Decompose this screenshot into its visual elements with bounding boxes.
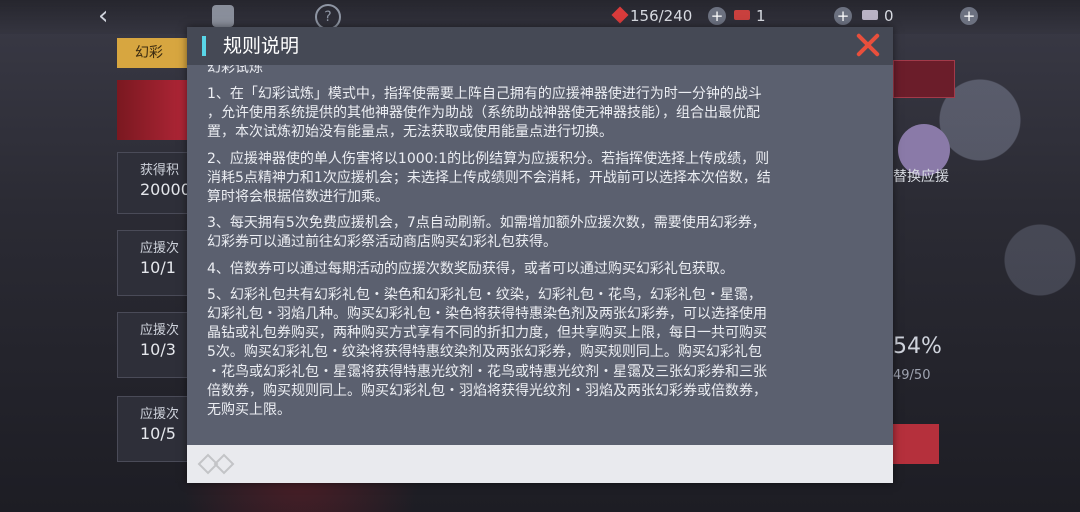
switch-support-label: 替换应援: [893, 169, 949, 185]
rule-item: 1、在「幻彩试炼」模式中，指挥使需要上阵自己拥有的应援神器使进行为时一分钟的战斗…: [207, 86, 762, 141]
card-label: 获得积: [140, 163, 180, 178]
logo-icon: [197, 453, 235, 475]
card-label: 应援次: [140, 323, 180, 338]
currency-value: 0: [884, 7, 894, 25]
shop-button[interactable]: [893, 60, 955, 98]
card-label: 应援次: [140, 407, 180, 422]
rule-item: 2、应援神器使的单人伤害将以1000:1的比例结算为应援积分。若指挥使选择上传成…: [207, 150, 771, 206]
close-icon[interactable]: [855, 32, 881, 58]
rule-item: 5、幻彩礼包共有幻彩礼包・染色和幻彩礼包・纹染，幻彩礼包・花鸟，幻彩礼包・星霭，…: [207, 286, 767, 419]
item-icon: [862, 10, 878, 20]
progress-percent: 54%: [893, 334, 942, 359]
title-accent-bar: [202, 36, 206, 56]
dialog-footer: [187, 445, 893, 483]
add-stamina-button[interactable]: +: [708, 7, 726, 25]
progress-count: 49/50: [893, 368, 931, 383]
card-label: 应援次: [140, 241, 180, 256]
stamina-value: 156/240: [630, 7, 693, 25]
add-currency-button[interactable]: +: [960, 7, 978, 25]
dialog-title: 规则说明: [223, 35, 300, 57]
back-arrow-icon[interactable]: ‹: [98, 2, 108, 30]
card-value: 10/3: [140, 340, 176, 359]
ticket-icon: [734, 10, 750, 20]
ticket-value: 1: [756, 7, 766, 25]
card-value: 10/1: [140, 258, 176, 277]
card-value: 20000: [140, 180, 191, 199]
support-button[interactable]: [893, 424, 939, 464]
dialog-header: 规则说明: [187, 27, 893, 65]
mode-tab[interactable]: 幻彩: [117, 38, 197, 68]
card-value: 10/5: [140, 424, 176, 443]
gem-icon: [611, 6, 629, 24]
add-ticket-button[interactable]: +: [834, 7, 852, 25]
switch-support-button[interactable]: 替换应援: [893, 124, 963, 194]
rules-list: 1、在「幻彩试炼」模式中，指挥使需要上阵自己拥有的应援神器使进行为时一分钟的战斗…: [207, 85, 867, 427]
rule-item: 3、每天拥有5次免费应援机会，7点自动刷新。如需增加额外应援次数，需要使用幻彩券…: [207, 215, 766, 251]
rules-scroll-area[interactable]: 幻彩试炼 1、在「幻彩试炼」模式中，指挥使需要上阵自己拥有的应援神器使进行为时一…: [187, 65, 893, 445]
city-icon[interactable]: [212, 5, 234, 27]
section-heading: 幻彩试炼: [207, 65, 263, 76]
rules-dialog: 规则说明 幻彩试炼 1、在「幻彩试炼」模式中，指挥使需要上阵自己拥有的应援神器使…: [187, 27, 893, 483]
rule-item: 4、倍数券可以通过每期活动的应援次数奖励获得，或者可以通过购买幻彩礼包获取。: [207, 260, 734, 277]
rank-banner: [117, 80, 197, 140]
